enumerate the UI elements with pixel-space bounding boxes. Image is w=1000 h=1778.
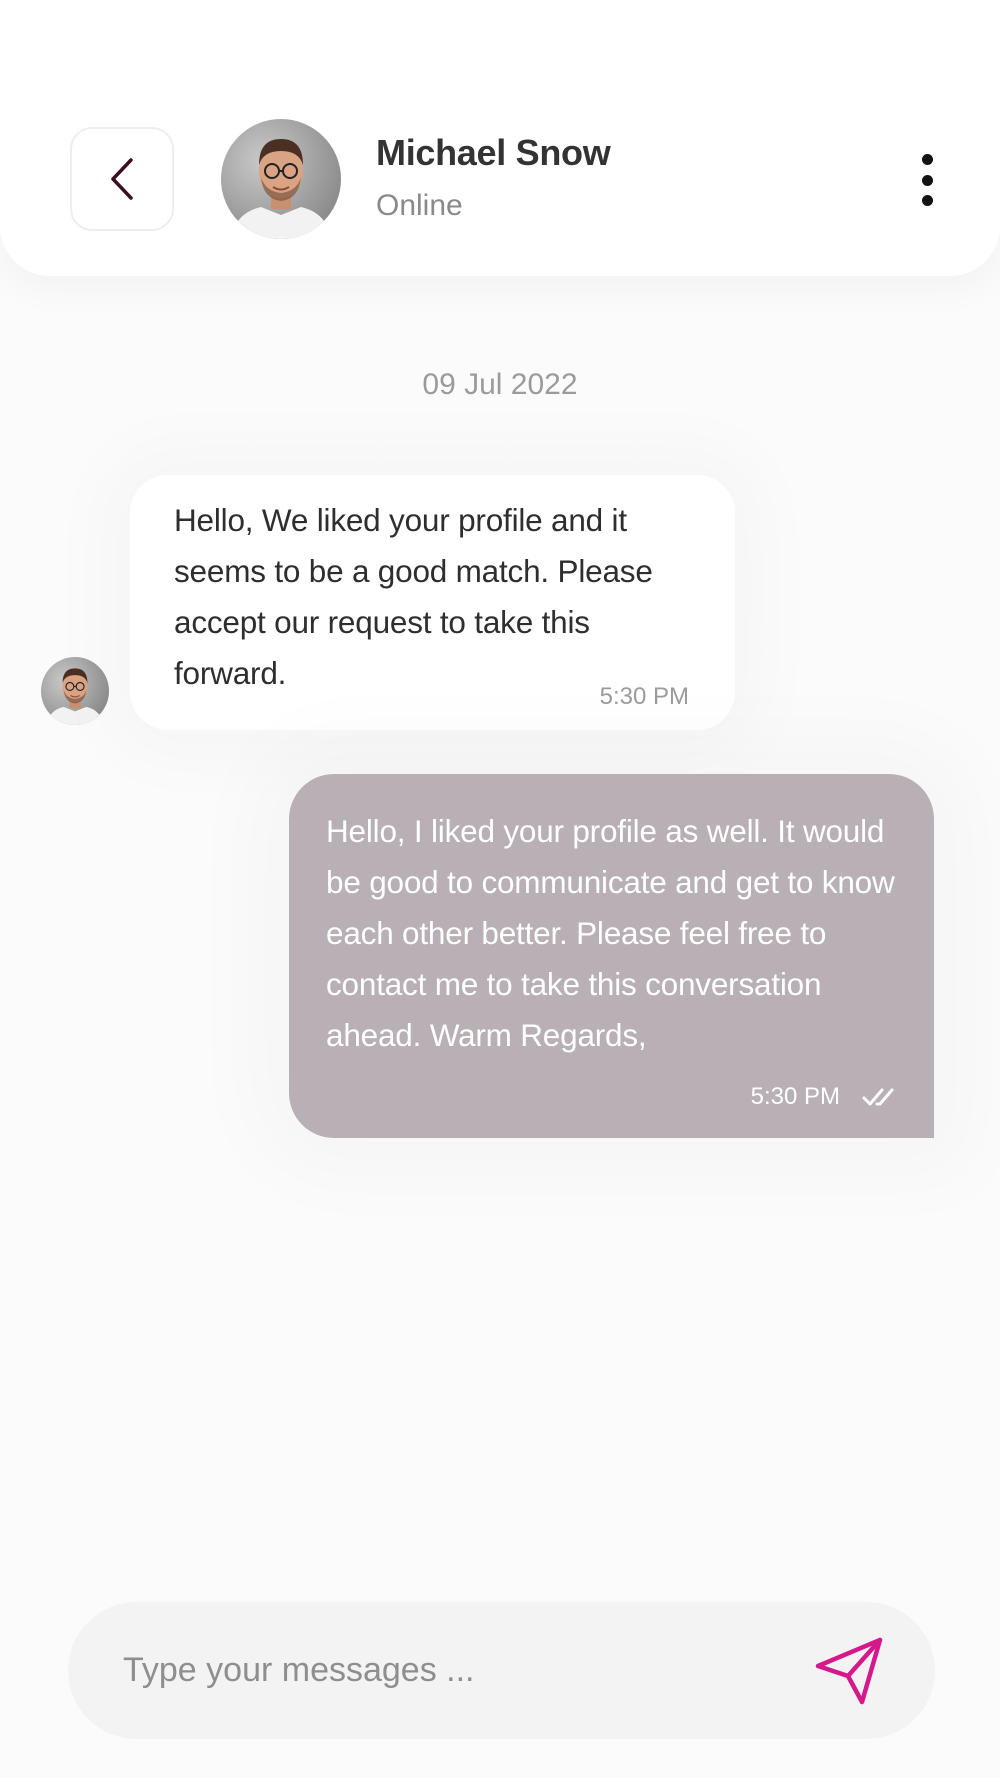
more-options-button[interactable] [907,148,947,212]
back-button[interactable] [70,127,174,231]
contact-name: Michael Snow [376,132,611,173]
outgoing-message-bubble[interactable]: Hello, I liked your profile as well. It … [289,774,934,1138]
message-text: Hello, I liked your profile as well. It … [326,813,895,1053]
chat-header: Michael Snow Online [0,0,1000,276]
contact-status: Online [376,189,463,222]
sender-avatar [41,657,109,725]
chevron-left-icon [111,158,133,200]
double-check-icon [862,1087,900,1107]
message-composer [68,1602,935,1739]
message-text: Hello, We liked your profile and it seem… [174,502,653,691]
send-icon [815,1637,883,1705]
more-vertical-icon [921,154,933,165]
message-time: 5:30 PM [750,1083,840,1110]
date-separator: 09 Jul 2022 [422,368,578,401]
contact-avatar[interactable] [221,119,341,239]
message-input[interactable] [123,1602,813,1739]
message-meta: 5:30 PM [751,1083,900,1111]
message-time: 5:30 PM [599,683,689,710]
incoming-message-bubble[interactable]: Hello, We liked your profile and it seem… [130,475,735,730]
send-button[interactable] [813,1635,885,1707]
